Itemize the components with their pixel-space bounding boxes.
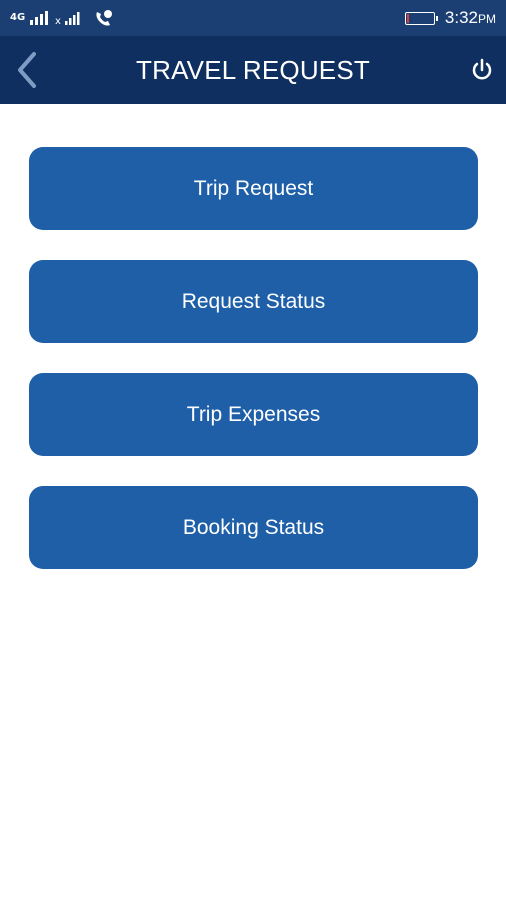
clock: 3:32PM	[445, 8, 496, 28]
clock-ampm: PM	[478, 12, 496, 26]
status-bar: 4G x 3:32PM	[0, 0, 506, 36]
request-status-button[interactable]: Request Status	[29, 260, 478, 343]
svg-text:x: x	[55, 16, 61, 26]
signal-icon	[30, 11, 49, 25]
battery-icon	[404, 11, 438, 25]
clock-time: 3:32	[444, 8, 478, 27]
page-title: TRAVEL REQUEST	[136, 55, 370, 85]
status-icons-left: 4G x	[10, 6, 115, 30]
trip-expenses-button[interactable]: Trip Expenses	[29, 373, 478, 456]
battery-level-fill	[406, 13, 409, 23]
signal-icon-secondary: x	[55, 12, 80, 26]
app-bar: TRAVEL REQUEST	[0, 36, 506, 104]
trip-request-button[interactable]: Trip Request	[29, 147, 478, 230]
power-icon	[472, 58, 492, 80]
network-type-label: 4G	[10, 12, 26, 23]
call-icon	[96, 10, 113, 26]
status-icons-right: 3:32PM	[404, 6, 496, 30]
booking-status-button[interactable]: Booking Status	[29, 486, 478, 569]
logout-button[interactable]	[468, 56, 496, 84]
menu-list: Trip Request Request Status Trip Expense…	[29, 147, 478, 599]
